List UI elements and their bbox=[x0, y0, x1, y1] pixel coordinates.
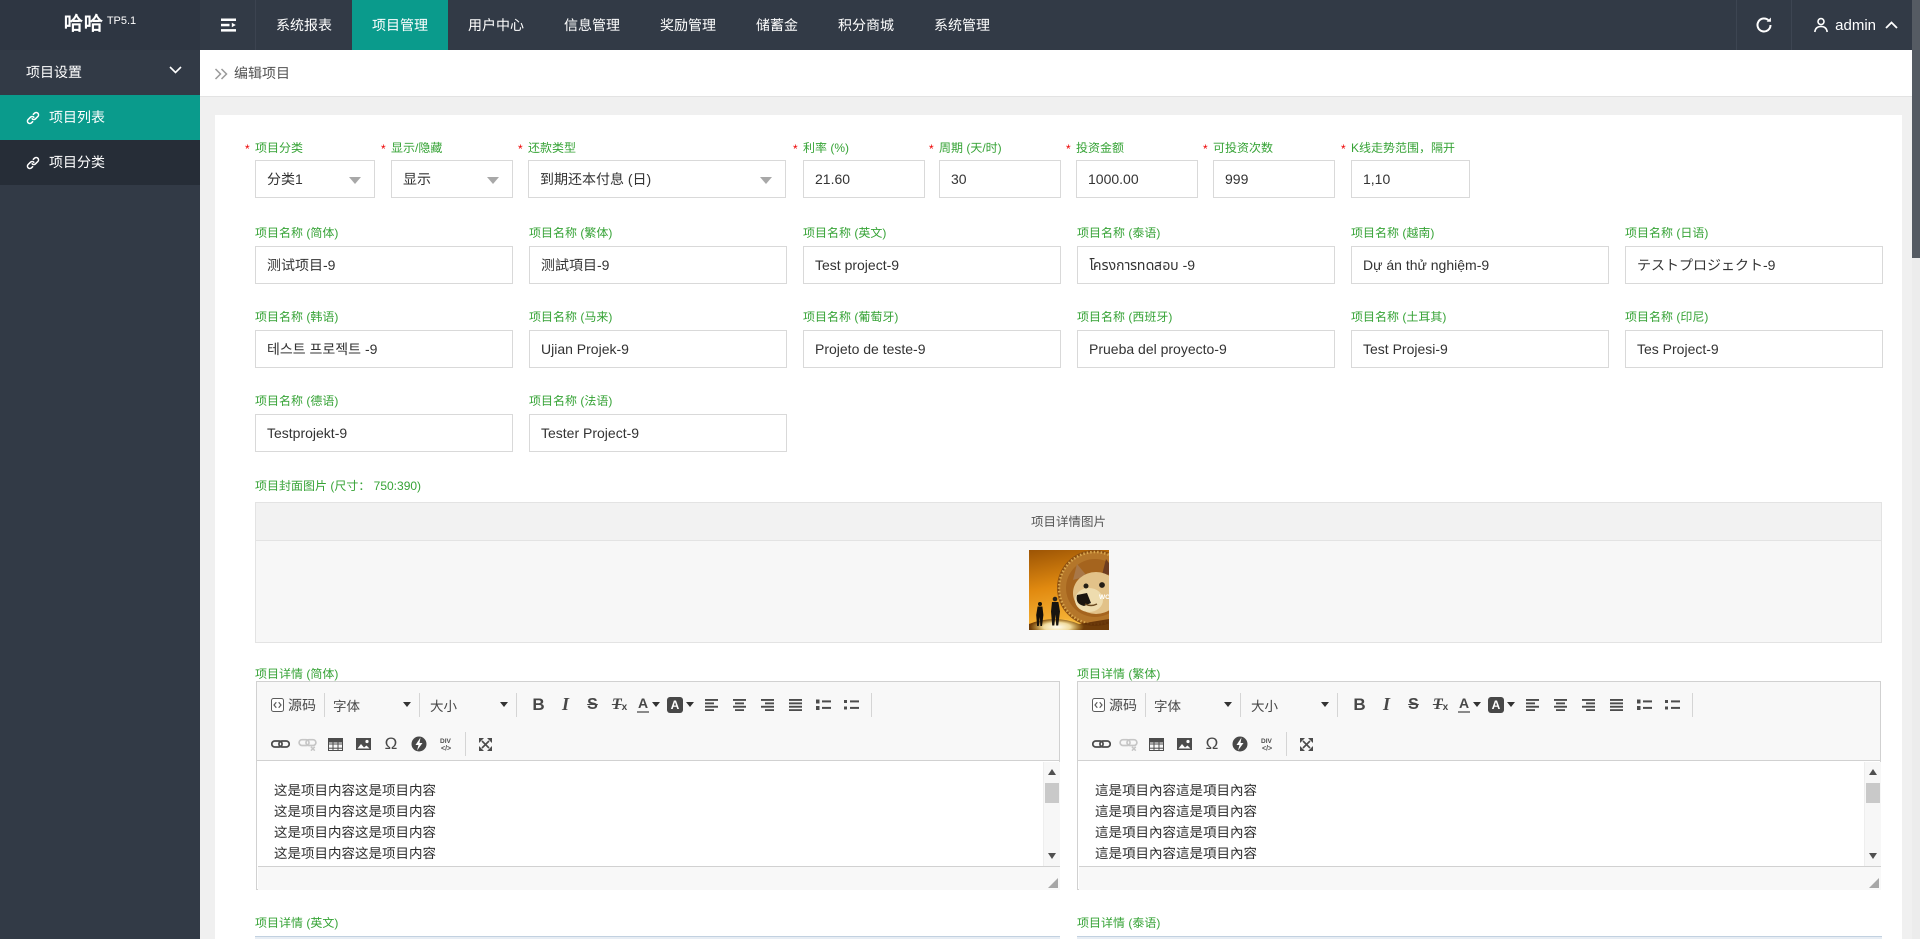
svg-text:</>: </> bbox=[1262, 746, 1272, 752]
svg-text:WO: WO bbox=[1099, 594, 1109, 601]
svg-text:DIV: DIV bbox=[1261, 738, 1273, 745]
svg-text:DIV: DIV bbox=[440, 738, 452, 745]
svg-text:</>: </> bbox=[441, 746, 451, 752]
